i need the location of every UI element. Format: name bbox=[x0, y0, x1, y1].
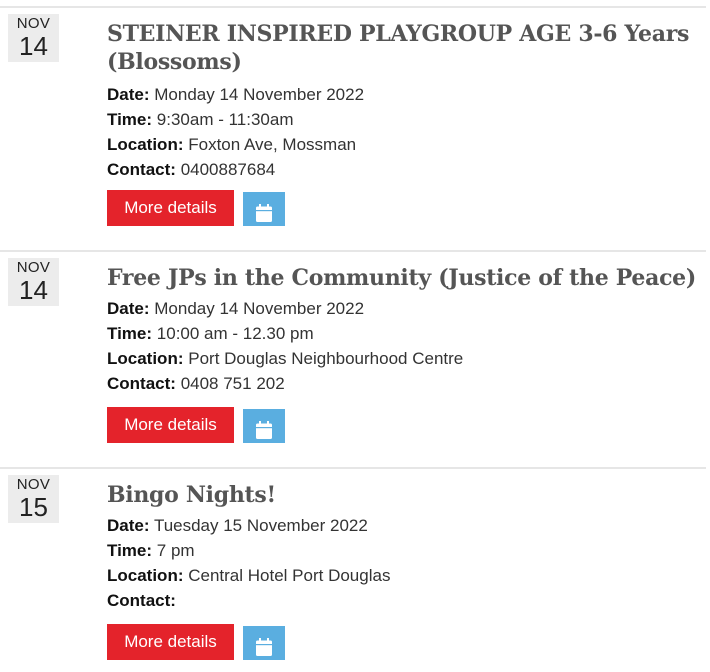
event-item: NOV 14 STEINER INSPIRED PLAYGROUP AGE 3-… bbox=[0, 6, 706, 244]
event-date-value: Monday 14 November 2022 bbox=[154, 85, 365, 104]
event-content: Free JPs in the Community (Justice of th… bbox=[107, 252, 706, 443]
more-details-button[interactable]: More details bbox=[107, 190, 234, 226]
event-item: NOV 14 Free JPs in the Community (Justic… bbox=[0, 250, 706, 462]
event-time-line: Time: 10:00 am - 12.30 pm bbox=[107, 321, 706, 346]
event-month: NOV bbox=[16, 476, 51, 493]
event-location-value: Port Douglas Neighbourhood Centre bbox=[188, 349, 464, 368]
event-location-line: Location: Port Douglas Neighbourhood Cen… bbox=[107, 346, 706, 371]
event-title[interactable]: Bingo Nights! bbox=[107, 481, 706, 509]
time-label: Time: bbox=[107, 541, 153, 560]
date-label: Date: bbox=[107, 85, 150, 104]
event-month: NOV bbox=[16, 259, 51, 276]
event-location-value: Foxton Ave, Mossman bbox=[188, 135, 357, 154]
event-day: 14 bbox=[19, 31, 48, 61]
event-contact-line: Contact: bbox=[107, 588, 706, 613]
event-date-badge: NOV 14 bbox=[8, 14, 59, 62]
event-time-value: 10:00 am - 12.30 pm bbox=[156, 324, 314, 343]
calendar-icon bbox=[256, 638, 272, 656]
event-day: 14 bbox=[19, 275, 48, 305]
add-to-calendar-button[interactable] bbox=[243, 409, 285, 443]
location-label: Location: bbox=[107, 135, 184, 154]
location-label: Location: bbox=[107, 349, 184, 368]
time-label: Time: bbox=[107, 324, 153, 343]
event-location-value: Central Hotel Port Douglas bbox=[188, 566, 391, 585]
event-item: NOV 15 Bingo Nights! Date: Tuesday 15 No… bbox=[0, 467, 706, 672]
event-contact-line: Contact: 0400887684 bbox=[107, 157, 706, 182]
event-location-line: Location: Foxton Ave, Mossman bbox=[107, 132, 706, 157]
date-label: Date: bbox=[107, 299, 150, 318]
event-month: NOV bbox=[16, 15, 51, 32]
event-time-value: 9:30am - 11:30am bbox=[156, 110, 294, 129]
more-details-button[interactable]: More details bbox=[107, 407, 234, 443]
calendar-icon bbox=[256, 421, 272, 439]
add-to-calendar-button[interactable] bbox=[243, 192, 285, 226]
event-date-line: Date: Tuesday 15 November 2022 bbox=[107, 513, 706, 538]
event-date-line: Date: Monday 14 November 2022 bbox=[107, 82, 706, 107]
event-contact-value: 0400887684 bbox=[180, 160, 276, 179]
event-date-value: Monday 14 November 2022 bbox=[154, 299, 365, 318]
event-day: 15 bbox=[19, 492, 48, 522]
event-location-line: Location: Central Hotel Port Douglas bbox=[107, 563, 706, 588]
event-time-line: Time: 7 pm bbox=[107, 538, 706, 563]
contact-label: Contact: bbox=[107, 374, 176, 393]
event-date-line: Date: Monday 14 November 2022 bbox=[107, 296, 706, 321]
event-contact-line: Contact: 0408 751 202 bbox=[107, 371, 706, 396]
location-label: Location: bbox=[107, 566, 184, 585]
date-label: Date: bbox=[107, 516, 150, 535]
add-to-calendar-button[interactable] bbox=[243, 626, 285, 660]
contact-label: Contact: bbox=[107, 591, 176, 610]
event-title[interactable]: STEINER INSPIRED PLAYGROUP AGE 3-6 Years… bbox=[107, 20, 706, 76]
event-date-value: Tuesday 15 November 2022 bbox=[153, 516, 368, 535]
event-date-badge: NOV 15 bbox=[8, 475, 59, 523]
calendar-icon bbox=[256, 204, 272, 222]
event-content: STEINER INSPIRED PLAYGROUP AGE 3-6 Years… bbox=[107, 8, 706, 226]
event-date-badge: NOV 14 bbox=[8, 258, 59, 306]
event-contact-value: 0408 751 202 bbox=[180, 374, 285, 393]
event-content: Bingo Nights! Date: Tuesday 15 November … bbox=[107, 469, 706, 660]
more-details-button[interactable]: More details bbox=[107, 624, 234, 660]
time-label: Time: bbox=[107, 110, 153, 129]
event-title[interactable]: Free JPs in the Community (Justice of th… bbox=[107, 264, 706, 292]
event-time-line: Time: 9:30am - 11:30am bbox=[107, 107, 706, 132]
contact-label: Contact: bbox=[107, 160, 176, 179]
event-time-value: 7 pm bbox=[156, 541, 195, 560]
